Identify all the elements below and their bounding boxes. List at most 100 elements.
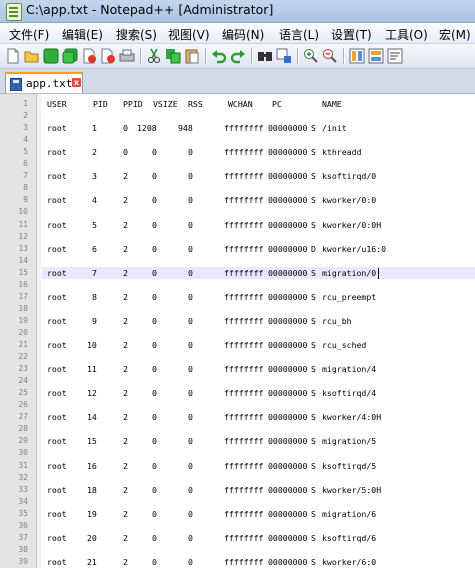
cell-pc: 00000000 <box>268 291 308 302</box>
replace-icon[interactable] <box>276 48 292 64</box>
line-number: 2 <box>23 111 28 121</box>
cell-vsize: 0 <box>152 556 157 567</box>
cell-ppid: 2 <box>123 556 128 567</box>
line-number: 17 <box>18 291 28 301</box>
editor-pane[interactable]: 1 2 3 4 5 6 7 8 9 10 11 12 13 14 15 16 17 18 19 20 21 22 23 24 2… <box>0 94 475 568</box>
cell-name: kworker/0:0 <box>322 195 377 206</box>
print-icon[interactable] <box>119 48 135 64</box>
cell-s: S <box>311 364 316 375</box>
text-caret <box>378 267 379 279</box>
line-number: 22 <box>18 352 28 362</box>
line-number: 29 <box>18 436 28 446</box>
tab-close-icon[interactable]: x <box>72 78 81 87</box>
cell-ppid: 0 <box>123 123 128 134</box>
cell-name: migration/4 <box>322 364 377 375</box>
paste-icon[interactable] <box>184 48 200 64</box>
cell-name: kworker/4:0H <box>322 412 382 423</box>
save-all-icon[interactable] <box>62 48 78 64</box>
cell-s: S <box>311 195 316 206</box>
cell-s: S <box>311 340 316 350</box>
cell-s: S <box>311 171 316 182</box>
cell-rss: 0 <box>188 556 193 567</box>
line-number: 5 <box>23 147 28 157</box>
menu-edit[interactable]: 编辑(E) <box>62 26 103 43</box>
cell-pid: 20 <box>87 532 97 543</box>
cell-pc: 00000000 <box>268 508 308 519</box>
cell-rss: 0 <box>188 412 193 423</box>
undo-icon[interactable] <box>211 48 227 64</box>
menu-settings[interactable]: 设置(T) <box>331 26 372 43</box>
menu-language[interactable]: 语言(L) <box>279 26 319 43</box>
cell-wchan: ffffffff <box>224 436 264 447</box>
cell-user: root <box>47 532 67 543</box>
close-all-icon[interactable] <box>100 48 116 64</box>
header-wchan: WCHAN <box>228 99 253 109</box>
menu-search[interactable]: 搜索(S) <box>116 26 157 43</box>
cell-pc: 00000000 <box>268 123 308 134</box>
menu-view[interactable]: 视图(V) <box>168 26 210 43</box>
line-number: 34 <box>18 496 28 506</box>
copy-icon[interactable] <box>165 48 181 64</box>
cell-name: kthreadd <box>322 147 362 158</box>
cell-pc: 00000000 <box>268 364 308 375</box>
save-icon[interactable] <box>43 48 59 64</box>
find-icon[interactable] <box>257 48 273 64</box>
cell-pc: 00000000 <box>268 195 308 206</box>
zoom-in-icon[interactable] <box>303 48 319 64</box>
cell-user: root <box>47 195 67 206</box>
open-file-icon[interactable] <box>24 48 40 64</box>
cell-pid: 8 <box>92 291 97 302</box>
cell-wchan: ffffffff <box>224 171 264 182</box>
cell-rss: 0 <box>188 508 193 519</box>
cell-name: kworker/0:0H <box>322 219 382 230</box>
line-number-gutter: 1 2 3 4 5 6 7 8 9 10 11 12 13 14 15 16 17 18 19 20 21 22 23 24 2… <box>0 94 37 568</box>
cell-rss: 0 <box>188 171 193 182</box>
header-name: NAME <box>322 99 342 109</box>
cell-pc: 00000000 <box>268 267 308 278</box>
menu-bar: 文件(F) 编辑(E) 搜索(S) 视图(V) 编码(N) 语言(L) 设置(T… <box>0 23 475 44</box>
redo-icon[interactable] <box>230 48 246 64</box>
sync-vertical-icon[interactable] <box>349 48 365 64</box>
line-number: 35 <box>18 508 28 518</box>
cell-user: root <box>47 219 67 230</box>
cell-s: S <box>311 388 316 399</box>
header-rss: RSS <box>188 99 203 109</box>
cell-pc: 00000000 <box>268 388 308 399</box>
menu-file[interactable]: 文件(F) <box>9 26 49 43</box>
cell-ppid: 2 <box>123 436 128 447</box>
menu-macro[interactable]: 宏(M) <box>439 26 471 43</box>
cell-user: root <box>47 412 67 423</box>
cell-vsize: 0 <box>152 460 157 471</box>
cell-pid: 4 <box>92 195 97 206</box>
cell-ppid: 2 <box>123 412 128 423</box>
cell-wchan: ffffffff <box>224 340 264 350</box>
zoom-out-icon[interactable] <box>322 48 338 64</box>
line-number: 8 <box>23 183 28 193</box>
cell-s: S <box>311 436 316 447</box>
cell-wchan: ffffffff <box>224 315 264 326</box>
cell-ppid: 2 <box>123 267 128 278</box>
cell-pc: 00000000 <box>268 412 308 423</box>
close-icon[interactable] <box>81 48 97 64</box>
line-number: 38 <box>18 544 28 554</box>
cell-vsize: 0 <box>152 412 157 423</box>
cell-pid: 10 <box>87 340 97 350</box>
line-number: 10 <box>18 207 28 217</box>
cell-pc: 00000000 <box>268 436 308 447</box>
cell-pid: 1 <box>92 123 97 134</box>
line-number: 32 <box>18 472 28 482</box>
cell-pid: 14 <box>87 412 97 423</box>
tab-app-txt[interactable]: app.txt x <box>5 72 83 93</box>
cut-icon[interactable] <box>146 48 162 64</box>
cell-s: S <box>311 412 316 423</box>
line-number: 28 <box>18 424 28 434</box>
cell-name: rcu_bh <box>322 315 352 326</box>
cell-wchan: ffffffff <box>224 484 264 495</box>
menu-tools[interactable]: 工具(O) <box>385 26 428 43</box>
new-file-icon[interactable] <box>5 48 21 64</box>
cell-user: root <box>47 388 67 399</box>
sync-horizontal-icon[interactable] <box>368 48 384 64</box>
menu-encoding[interactable]: 编码(N) <box>222 26 264 43</box>
cell-name: migration/5 <box>322 436 377 447</box>
word-wrap-icon[interactable] <box>387 48 403 64</box>
